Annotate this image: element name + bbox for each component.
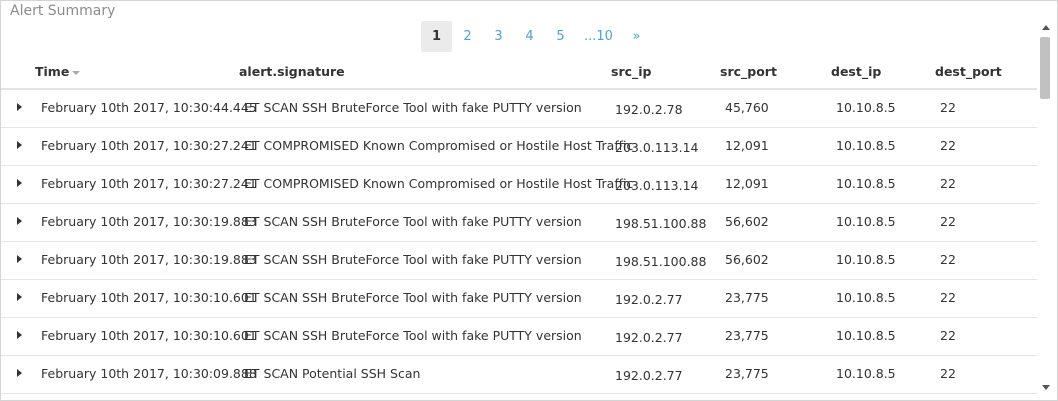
page-4-button[interactable]: 4: [514, 21, 545, 52]
caret-right-icon[interactable]: [17, 331, 22, 339]
caret-right-icon[interactable]: [17, 179, 22, 187]
page-2-button[interactable]: 2: [452, 21, 483, 52]
cell-src-port: 12,091: [725, 138, 769, 153]
cell-src-ip: 198.51.100.88: [615, 216, 707, 231]
cell-time: February 10th 2017, 10:30:09.888: [41, 366, 257, 381]
page-1-button[interactable]: 1: [421, 21, 452, 52]
arrow-up-icon[interactable]: [1042, 25, 1050, 30]
cell-src-port: 56,602: [725, 252, 769, 267]
column-header-src-ip[interactable]: src_ip: [611, 64, 652, 79]
panel-title: Alert Summary: [10, 3, 116, 19]
page-5-button[interactable]: 5: [545, 21, 576, 52]
column-header-src-port[interactable]: src_port: [720, 64, 777, 79]
cell-dest-port: 22: [940, 252, 956, 267]
cell-time: February 10th 2017, 10:30:10.601: [41, 290, 257, 305]
cell-src-ip: 198.51.100.88: [615, 254, 707, 269]
table-header: Time alert.signature src_ip src_port des…: [1, 57, 1037, 90]
cell-dest-ip: 10.10.8.5: [836, 328, 896, 343]
cell-time: February 10th 2017, 10:30:19.883: [41, 252, 257, 267]
alert-summary-panel: Alert Summary 1 2 3 4 5 ...10 » Time ale…: [0, 0, 1058, 401]
cell-signature: ET SCAN SSH BruteForce Tool with fake PU…: [244, 328, 582, 343]
vertical-scrollbar[interactable]: [1037, 21, 1055, 397]
table-row[interactable]: February 10th 2017, 10:30:10.601 ET SCAN …: [1, 280, 1037, 318]
cell-src-ip: 192.0.2.77: [615, 330, 683, 345]
column-header-time[interactable]: Time: [35, 64, 81, 79]
cell-signature: ET SCAN SSH BruteForce Tool with fake PU…: [244, 290, 582, 305]
next-page-button[interactable]: »: [621, 21, 652, 52]
table-row[interactable]: February 10th 2017, 10:30:27.241 ET COMPR…: [1, 166, 1037, 204]
cell-dest-ip: 10.10.8.5: [836, 176, 896, 191]
cell-dest-port: 22: [940, 138, 956, 153]
cell-src-ip: 192.0.2.77: [615, 292, 683, 307]
cell-src-ip: 203.0.113.14: [615, 178, 699, 193]
cell-dest-port: 22: [940, 290, 956, 305]
cell-signature: ET SCAN Potential SSH Scan: [244, 366, 421, 381]
cell-time: February 10th 2017, 10:30:27.241: [41, 176, 257, 191]
cell-dest-port: 22: [940, 328, 956, 343]
table-row[interactable]: February 10th 2017, 10:30:09.888 ET SCAN …: [1, 356, 1037, 394]
cell-src-port: 23,775: [725, 366, 769, 381]
cell-src-ip: 192.0.2.78: [615, 102, 683, 117]
caret-right-icon[interactable]: [17, 141, 22, 149]
cell-signature: ET COMPROMISED Known Compromised or Host…: [244, 176, 634, 191]
table-row[interactable]: February 10th 2017, 10:30:19.883 ET SCAN …: [1, 204, 1037, 242]
pagination: 1 2 3 4 5 ...10 »: [421, 21, 652, 52]
cell-src-port: 23,775: [725, 328, 769, 343]
cell-time: February 10th 2017, 10:30:19.883: [41, 214, 257, 229]
page-10-button[interactable]: ...10: [576, 21, 621, 52]
caret-right-icon[interactable]: [17, 217, 22, 225]
cell-dest-ip: 10.10.8.5: [836, 366, 896, 381]
cell-src-port: 45,760: [725, 100, 769, 115]
cell-src-ip: 192.0.2.77: [615, 368, 683, 383]
table-row[interactable]: February 10th 2017, 10:30:19.883 ET SCAN …: [1, 242, 1037, 280]
cell-dest-ip: 10.10.8.5: [836, 214, 896, 229]
sort-down-icon[interactable]: [72, 70, 81, 75]
cell-time: February 10th 2017, 10:30:10.601: [41, 328, 257, 343]
cell-dest-ip: 10.10.8.5: [836, 290, 896, 305]
cell-dest-port: 22: [940, 214, 956, 229]
cell-time: February 10th 2017, 10:30:44.445: [41, 100, 257, 115]
scrollbar-thumb[interactable]: [1040, 37, 1050, 99]
cell-src-port: 23,775: [725, 290, 769, 305]
page-3-button[interactable]: 3: [483, 21, 514, 52]
column-header-dest-port[interactable]: dest_port: [935, 64, 1002, 79]
cell-signature: ET SCAN SSH BruteForce Tool with fake PU…: [244, 100, 582, 115]
cell-dest-ip: 10.10.8.5: [836, 138, 896, 153]
column-header-dest-ip[interactable]: dest_ip: [831, 64, 881, 79]
caret-right-icon[interactable]: [17, 369, 22, 377]
caret-right-icon[interactable]: [17, 293, 22, 301]
cell-time: February 10th 2017, 10:30:27.241: [41, 138, 257, 153]
table-row[interactable]: February 10th 2017, 10:30:44.445 ET SCAN …: [1, 90, 1037, 128]
cell-dest-ip: 10.10.8.5: [836, 100, 896, 115]
column-header-time-label: Time: [35, 64, 70, 79]
caret-right-icon[interactable]: [17, 255, 22, 263]
cell-src-ip: 203.0.113.14: [615, 140, 699, 155]
cell-src-port: 12,091: [725, 176, 769, 191]
cell-signature: ET SCAN SSH BruteForce Tool with fake PU…: [244, 252, 582, 267]
column-header-signature[interactable]: alert.signature: [239, 64, 345, 79]
cell-dest-port: 22: [940, 100, 956, 115]
table-row[interactable]: February 10th 2017, 10:30:27.241 ET COMPR…: [1, 128, 1037, 166]
table-row[interactable]: February 10th 2017, 10:30:10.601 ET SCAN …: [1, 318, 1037, 356]
caret-right-icon[interactable]: [17, 103, 22, 111]
cell-dest-port: 22: [940, 176, 956, 191]
cell-signature: ET SCAN SSH BruteForce Tool with fake PU…: [244, 214, 582, 229]
arrow-down-icon[interactable]: [1042, 385, 1050, 390]
cell-src-port: 56,602: [725, 214, 769, 229]
cell-dest-port: 22: [940, 366, 956, 381]
cell-dest-ip: 10.10.8.5: [836, 252, 896, 267]
cell-signature: ET COMPROMISED Known Compromised or Host…: [244, 138, 634, 153]
